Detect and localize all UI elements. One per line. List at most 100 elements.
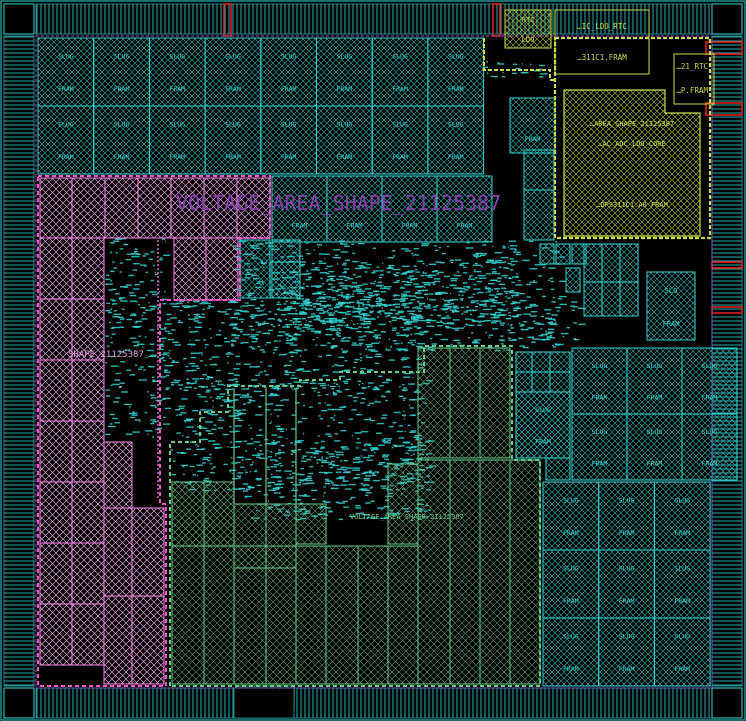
magenta-block (71, 359, 105, 422)
fram-block (371, 105, 429, 175)
fram-block (626, 413, 683, 481)
fram-block-sublabel: SLUG (58, 52, 74, 60)
fram-block (653, 617, 711, 687)
fram-block-sublabel: SLUG (563, 564, 579, 572)
fram-array-right: SLUG FRAM SLUG FRAM SLUG FRAM SLUG FRAM SLUG FRAM… (515, 347, 738, 687)
fram-cell (583, 281, 603, 317)
fram-block-label: FRAM (592, 393, 608, 401)
fram-cell (555, 243, 571, 265)
fram-cell (619, 243, 639, 283)
magenta-block (103, 595, 133, 685)
magenta-block (39, 603, 73, 666)
fram-block-sublabel: SLUG (225, 52, 241, 60)
green-block (295, 503, 327, 545)
fram-block-label: FRAM (114, 153, 130, 161)
fram-block (509, 97, 556, 154)
fram-block-sublabel: SLUG (674, 564, 690, 572)
core-shape-label: …AREA_SHAPE_21125387 (590, 120, 674, 128)
green-block (387, 545, 419, 685)
fram-block-label: FRAM (563, 665, 579, 673)
fram-block-sublabel: SLUG (448, 120, 464, 128)
fram-block-sublabel: SLUG (114, 52, 130, 60)
fram-block (542, 549, 600, 619)
fram-block-label: FRAM (457, 221, 473, 229)
green-block (449, 459, 481, 685)
fram-block-sublabel: SLUG (281, 52, 297, 60)
green-area-label: VOLTAGE_AREA_SHAPE_21125387 (350, 513, 464, 521)
fram-block (371, 37, 429, 107)
fram-block-label: FRAM (563, 597, 579, 605)
fram-block-label: FRAM (563, 529, 579, 537)
fram-block (571, 413, 628, 481)
fram-block-sublabel: SLUG (281, 120, 297, 128)
fram-block-label: FRAM (337, 85, 353, 93)
fram-block-sublabel: SLUG (114, 120, 130, 128)
fram-cell (549, 351, 571, 373)
fram-block (653, 549, 711, 619)
fram-block (427, 105, 485, 175)
fram-block-sublabel: SLUG (58, 120, 74, 128)
green-block (449, 347, 481, 459)
shape-left-label: SHAPE_21125387 (68, 350, 144, 360)
fram-block-label: FRAM (647, 459, 663, 467)
green-block (417, 459, 451, 685)
fram-block (653, 481, 711, 551)
fram-block-label: FRAM (619, 529, 635, 537)
tiny-ldo-label: LDO (522, 36, 535, 44)
fram-block-label: FRAM (525, 135, 541, 143)
fram-block (523, 189, 555, 241)
magenta-block (71, 542, 105, 605)
fram-block-label: FRAM (448, 153, 464, 161)
fram-cell (269, 261, 301, 299)
green-block (325, 545, 359, 685)
fram-block (515, 391, 571, 459)
magenta-block (39, 420, 73, 483)
fram-block-sublabel: SLUG (225, 120, 241, 128)
fram-cell (515, 351, 533, 373)
fram-block-sublabel: SLUG (592, 428, 608, 436)
fram-block (260, 105, 317, 175)
fram-block-sublabel: SLUG (619, 564, 635, 572)
fram-cell (531, 351, 551, 373)
fram-block (204, 37, 262, 107)
magenta-block (39, 237, 73, 300)
ldo-rtc-label: …IC_LDO_RTC (577, 22, 627, 31)
fram-block (523, 149, 555, 191)
fram-block-label: FRAM (114, 85, 130, 93)
magenta-block (39, 359, 73, 422)
fram-block-sublabel: SLUG (674, 632, 690, 640)
tiny-rtc-label: RTC (522, 16, 535, 24)
fram-cell (239, 239, 271, 299)
green-block (479, 347, 511, 459)
fram-block-sublabel: SLUG (674, 496, 690, 504)
magenta-block (71, 481, 105, 544)
fram-cell (549, 371, 571, 393)
fram-cell (601, 243, 621, 283)
fram-block-label: FRAM (337, 153, 353, 161)
fram-block (37, 37, 95, 107)
fram-block-label: FRAM (347, 221, 363, 229)
fram-block-sublabel: SLUG (592, 362, 608, 370)
fram-block-sublabel: SLUG (535, 406, 551, 414)
green-block (171, 481, 205, 547)
core-fram-label: …DPS311C1.A0_FRAM (596, 201, 668, 209)
fram-block-sublabel: SLUG (702, 362, 718, 370)
fram-block-label: FRAM (535, 437, 551, 445)
fram-block-sublabel: SLUG (702, 428, 718, 436)
chip-layout-diagram: SLUG FRAM SLUG FRAM SLUG FRAM SLUG FRAM SLUG FRAM… (0, 0, 746, 721)
magenta-block (103, 507, 133, 597)
fram-cell (646, 271, 696, 341)
fram-block-label: FRAM (292, 221, 308, 229)
fram-block-label: FRAM (702, 459, 718, 467)
fram-block (681, 413, 738, 481)
green-block (479, 459, 511, 685)
fram-block (260, 37, 317, 107)
magenta-block (39, 481, 73, 544)
fram-block-sublabel: SLUG (392, 52, 408, 60)
fram-cell (515, 371, 533, 393)
fram-block-sublabel: SLUG (563, 632, 579, 640)
fram-block-sublabel: SLUG (337, 52, 353, 60)
voltage-area-label: VOLTAGE_AREA_SHAPE_21125387 (176, 191, 501, 215)
fram-block-sublabel: SLUG (337, 120, 353, 128)
fram-block-label: FRAM (281, 85, 297, 93)
